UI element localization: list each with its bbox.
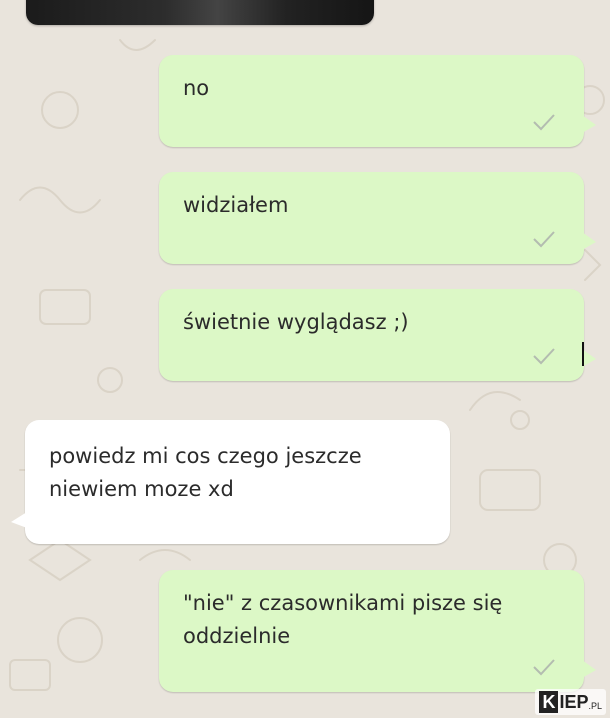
- sent-check-icon: [532, 113, 556, 131]
- sent-check-icon: [532, 347, 556, 365]
- bubble-tail: [11, 512, 27, 528]
- sent-check-icon: [532, 230, 556, 248]
- logo-k: K: [539, 691, 559, 713]
- outgoing-message-bubble[interactable]: widziałem: [159, 172, 596, 264]
- message-text-line: powiedz mi cos czego jeszcze: [49, 444, 362, 468]
- message-text: no: [183, 76, 210, 100]
- message-text: świetnie wyglądasz ;): [183, 310, 409, 334]
- bubble-tail: [582, 115, 596, 133]
- outgoing-message-bubble[interactable]: no: [159, 55, 596, 147]
- message-text-line: "nie" z czasownikami pisze się: [183, 591, 503, 615]
- logo-iep: IEP: [559, 692, 589, 712]
- outgoing-message-bubble[interactable]: "nie" z czasownikami pisze się oddzielni…: [159, 570, 596, 692]
- logo-tld: .PL: [588, 701, 602, 711]
- text-cursor-mark: [582, 342, 584, 366]
- kiep-watermark-logo: K IEP .PL: [535, 689, 606, 715]
- shared-photo-thumbnail[interactable]: [26, 0, 374, 25]
- sent-check-icon: [532, 658, 556, 676]
- bubble-tail: [582, 349, 596, 367]
- message-text-line: niewiem moze xd: [49, 477, 234, 501]
- message-text-line: oddzielnie: [183, 624, 291, 648]
- incoming-message-bubble[interactable]: powiedz mi cos czego jeszcze niewiem moz…: [11, 420, 450, 544]
- bubble-tail: [582, 660, 596, 678]
- message-text: widziałem: [183, 193, 289, 217]
- bubble-tail: [582, 232, 596, 250]
- outgoing-message-bubble[interactable]: świetnie wyglądasz ;): [159, 289, 596, 381]
